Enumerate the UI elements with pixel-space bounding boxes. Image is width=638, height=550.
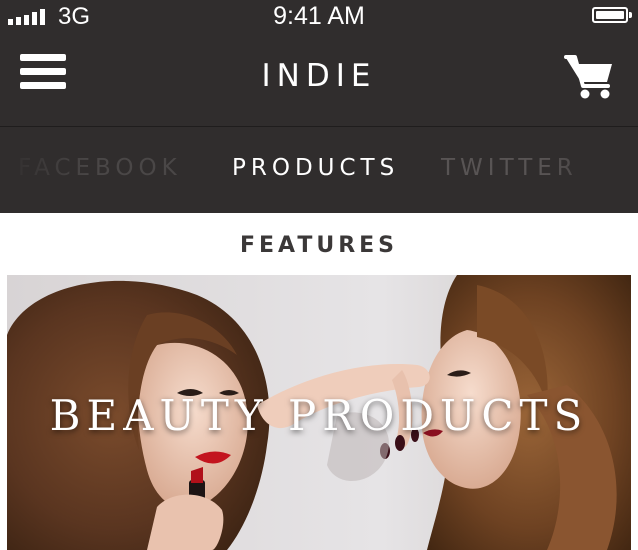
status-bar: 3G 9:41 AM bbox=[0, 0, 638, 34]
cart-button[interactable] bbox=[564, 54, 616, 100]
shopping-cart-icon bbox=[564, 55, 612, 99]
tab-facebook[interactable]: FACEBOOK bbox=[18, 153, 182, 183]
tab-strip: FACEBOOK PRODUCTS TWITTER bbox=[0, 127, 638, 213]
feature-caption: BEAUTY PRODUCTS bbox=[49, 391, 589, 440]
feature-card[interactable]: BEAUTY PRODUCTS bbox=[7, 275, 631, 550]
tab-twitter[interactable]: TWITTER bbox=[441, 153, 578, 183]
battery-icon bbox=[592, 7, 632, 23]
status-clock: 9:41 AM bbox=[273, 2, 365, 30]
navigation-bar: INDIE bbox=[0, 34, 638, 126]
tab-products[interactable]: PRODUCTS bbox=[232, 153, 399, 183]
app-title: INDIE bbox=[261, 58, 377, 94]
section-title: FEATURES bbox=[239, 233, 399, 258]
